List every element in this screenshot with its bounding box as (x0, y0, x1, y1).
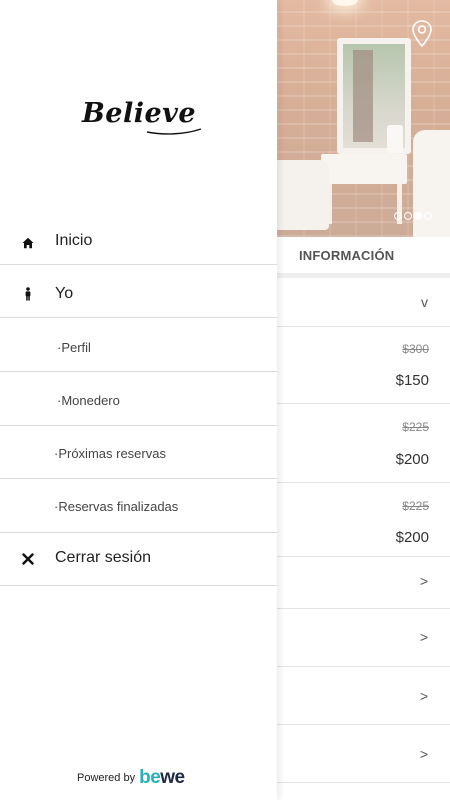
menu-item-yo[interactable]: Yo (0, 265, 277, 318)
menu-item-proximas-reservas[interactable]: ·Próximas reservas (0, 426, 277, 479)
carousel-dot[interactable] (424, 212, 432, 220)
section-title: INFORMACIÓN (299, 247, 395, 263)
chevron-right-icon[interactable]: > (420, 746, 428, 762)
submenu-label: ·Próximas reservas (54, 446, 166, 461)
chevron-down-icon[interactable]: v (421, 294, 428, 310)
location-pin-icon[interactable] (410, 19, 434, 49)
menu-item-label: Cerrar sesión (55, 549, 152, 566)
menu-item-label: Inicio (55, 232, 93, 249)
expand-row[interactable]: v (277, 278, 450, 327)
submenu-label: ·Monedero (57, 393, 120, 408)
original-price: $300 (402, 342, 429, 356)
chevron-right-icon[interactable]: > (420, 629, 428, 645)
carousel-dot[interactable] (394, 212, 402, 220)
bewe-logo-part: be (139, 767, 161, 788)
logo-swash (146, 128, 202, 135)
menu-item-inicio[interactable]: Inicio (0, 221, 277, 265)
carousel-dot[interactable] (404, 212, 412, 220)
discount-price: $200 (395, 529, 429, 546)
submenu-label: ·Perfil (57, 340, 91, 355)
menu-item-reservas-finalizadas[interactable]: ·Reservas finalizadas (0, 479, 277, 533)
menu-item-perfil[interactable]: ·Perfil (0, 318, 277, 372)
chevron-right-icon[interactable]: > (420, 573, 428, 589)
bewe-logo-part: we (160, 767, 185, 788)
brand-logo-text: Believe (81, 98, 197, 129)
person-icon (20, 286, 36, 302)
navigation-drawer: Believe Inicio Yo ·Perfil ·Monedero ·Pró… (0, 0, 277, 800)
menu-item-cerrar-sesion[interactable]: Cerrar sesión (0, 533, 277, 586)
home-icon (20, 235, 36, 251)
list-item[interactable]: > (277, 557, 450, 609)
price-row[interactable]: $225 $200 (277, 404, 450, 483)
price-row[interactable]: $225 $200 (277, 483, 450, 557)
powered-by-text: Powered by (77, 771, 136, 784)
carousel-indicator[interactable] (394, 212, 432, 220)
carousel-dot-active[interactable] (414, 212, 422, 220)
list-item[interactable]: > (277, 609, 450, 667)
original-price: $225 (402, 420, 429, 434)
close-icon (20, 551, 36, 567)
price-row[interactable]: $300 $150 (277, 327, 450, 404)
menu-item-label: Yo (55, 285, 74, 302)
list-item[interactable]: > (277, 725, 450, 783)
brand-logo: Believe (75, 98, 203, 138)
discount-price: $150 (395, 372, 429, 389)
menu-item-monedero[interactable]: ·Monedero (0, 372, 277, 426)
powered-by-footer: Powered by bewe (77, 768, 185, 787)
submenu-label: ·Reservas finalizadas (54, 499, 179, 514)
original-price: $225 (402, 499, 429, 513)
discount-price: $200 (395, 451, 429, 468)
list-item[interactable]: > (277, 667, 450, 725)
chevron-right-icon[interactable]: > (420, 688, 428, 704)
bewe-logo: bewe (139, 768, 185, 787)
